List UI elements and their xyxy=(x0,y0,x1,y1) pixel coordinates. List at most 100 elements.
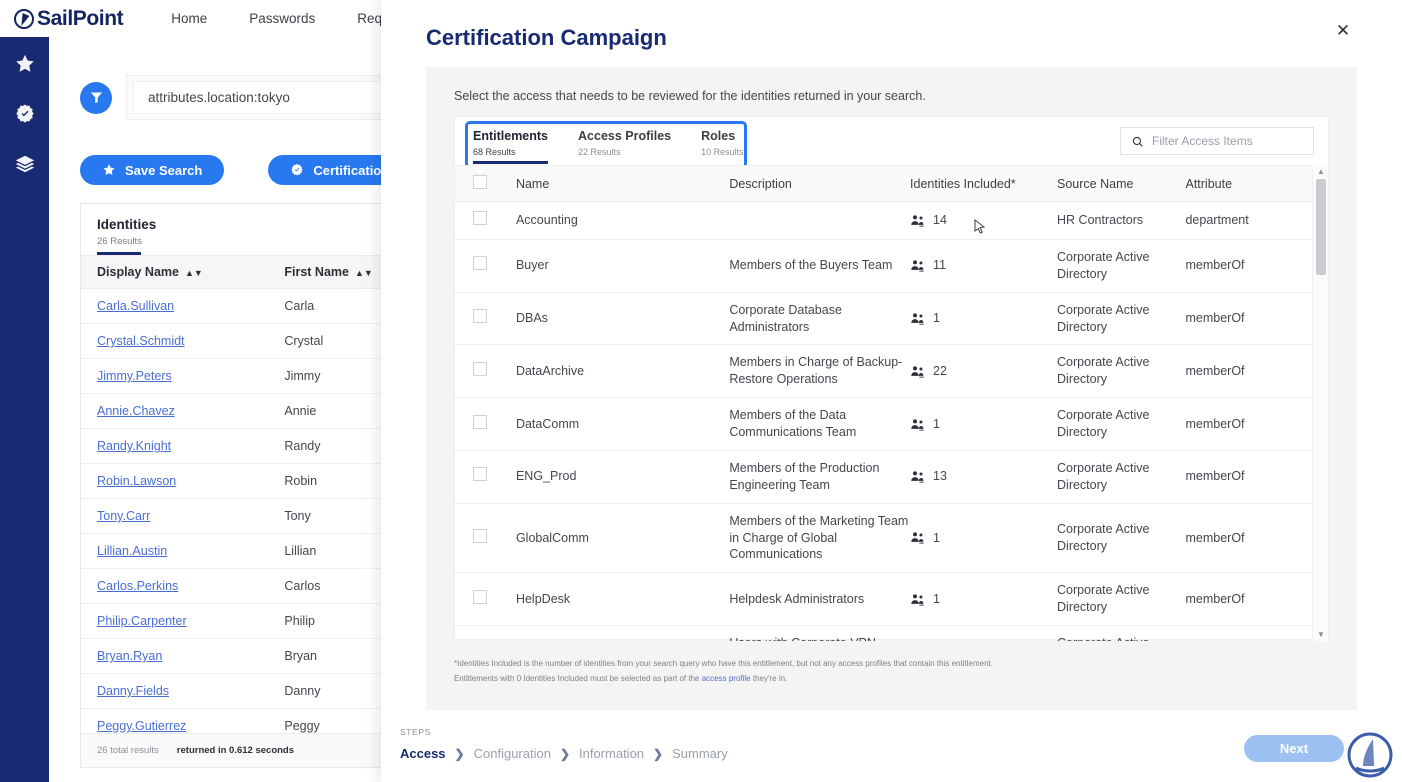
identities-icon xyxy=(910,593,925,606)
identity-link[interactable]: Annie.Chavez xyxy=(97,404,175,418)
filter-button[interactable] xyxy=(80,82,112,114)
tab-roles-label: Roles xyxy=(701,129,744,143)
footnote-line-1: *Identities Included is the number of id… xyxy=(454,657,1314,672)
step-configuration[interactable]: Configuration xyxy=(474,746,551,761)
identity-link[interactable]: Lillian.Austin xyxy=(97,544,167,558)
tab-active-bar xyxy=(473,161,548,164)
layers-icon[interactable] xyxy=(14,153,36,175)
tab-entitlements-results: 68 Results xyxy=(473,147,548,157)
save-search-button[interactable]: Save Search xyxy=(80,155,224,185)
identity-link[interactable]: Carlos.Perkins xyxy=(97,579,178,593)
identity-link[interactable]: Philip.Carpenter xyxy=(97,614,187,628)
row-checkbox[interactable] xyxy=(473,467,487,481)
scroll-down-icon[interactable]: ▼ xyxy=(1313,628,1329,641)
scrollbar-thumb[interactable] xyxy=(1316,179,1326,275)
row-checkbox[interactable] xyxy=(473,529,487,543)
identity-link[interactable]: Randy.Knight xyxy=(97,439,171,453)
scroll-up-icon[interactable]: ▲ xyxy=(1313,165,1329,178)
identities-results-count: 26 Results xyxy=(97,236,413,247)
identity-link[interactable]: Peggy.Gutierrez xyxy=(97,719,186,733)
row-checkbox[interactable] xyxy=(473,256,487,270)
identity-link[interactable]: Jimmy.Peters xyxy=(97,369,172,383)
column-display-name[interactable]: Display Name▲▼ xyxy=(81,256,268,289)
identity-link[interactable]: Tony.Carr xyxy=(97,509,150,523)
tab-access-profiles[interactable]: Access Profiles 22 Results xyxy=(578,117,671,164)
sailpoint-logo[interactable]: SailPoint xyxy=(14,7,123,31)
identity-link[interactable]: Robin.Lawson xyxy=(97,474,176,488)
step-access[interactable]: Access xyxy=(400,746,446,761)
identity-link[interactable]: Danny.Fields xyxy=(97,684,169,698)
table-row: DataCommMembers of the Data Communicatio… xyxy=(455,398,1314,451)
filter-access-items-input[interactable]: Filter Access Items xyxy=(1120,127,1314,155)
table-row: BuyerMembers of the Buyers Team11Corpora… xyxy=(455,239,1314,292)
tab-roles[interactable]: Roles 10 Results xyxy=(701,117,744,164)
column-name: Name xyxy=(516,166,729,202)
identity-link[interactable]: Crystal.Schmidt xyxy=(97,334,185,348)
sailpoint-sail-icon xyxy=(14,9,34,29)
access-item-description-cell: Members of the Data Communications Team xyxy=(729,398,910,451)
access-item-source-cell: Corporate Active Directory xyxy=(1057,626,1185,642)
identities-footer: 26 total results returned in 0.612 secon… xyxy=(81,733,429,767)
close-icon[interactable]: ✕ xyxy=(1332,20,1354,42)
identity-display-name-cell: Carla.Sullivan xyxy=(81,289,268,324)
table-row: DBAsCorporate Database Administrators1Co… xyxy=(455,292,1314,345)
access-item-source-cell: Corporate Active Directory xyxy=(1057,573,1185,626)
access-item-description-cell: Users with Corporate VPN Access xyxy=(729,626,910,642)
access-item-name-cell: DataComm xyxy=(516,398,729,451)
row-select-cell xyxy=(455,503,516,573)
identity-display-name-cell: Danny.Fields xyxy=(81,674,268,709)
footnote-line-2: Entitlements with 0 Identities Included … xyxy=(454,672,1314,687)
identities-icon xyxy=(910,259,925,272)
step-information[interactable]: Information xyxy=(579,746,644,761)
access-item-identities-cell: 14 xyxy=(910,202,1057,240)
row-select-cell xyxy=(455,292,516,345)
row-select-cell xyxy=(455,398,516,451)
identity-display-name-cell: Philip.Carpenter xyxy=(81,604,268,639)
column-select-all[interactable] xyxy=(455,166,516,202)
certification-label: Certification xyxy=(313,163,389,178)
row-checkbox[interactable] xyxy=(473,590,487,604)
modal-instruction: Select the access that needs to be revie… xyxy=(454,89,926,103)
table-row: Randy.KnightRandy xyxy=(81,429,429,464)
table-scrollbar[interactable]: ▲ ▼ xyxy=(1312,165,1328,641)
certification-icon[interactable] xyxy=(14,103,36,125)
tab-entitlements[interactable]: Entitlements 68 Results xyxy=(473,117,548,164)
identities-count: 11 xyxy=(933,257,946,274)
certification-icon xyxy=(290,163,304,177)
star-icon[interactable] xyxy=(14,53,36,75)
next-button[interactable]: Next xyxy=(1244,735,1344,762)
row-checkbox[interactable] xyxy=(473,415,487,429)
sort-icon[interactable]: ▲▼ xyxy=(355,269,373,278)
select-all-checkbox[interactable] xyxy=(473,175,487,189)
row-select-cell xyxy=(455,202,516,240)
sort-icon[interactable]: ▲▼ xyxy=(185,269,203,278)
modal-panel: Select the access that needs to be revie… xyxy=(426,67,1357,710)
query-time-text: returned in 0.612 seconds xyxy=(177,745,294,756)
identity-display-name-cell: Tony.Carr xyxy=(81,499,268,534)
access-item-attribute-cell: memberOf xyxy=(1185,239,1314,292)
row-select-cell xyxy=(455,573,516,626)
identity-display-name-cell: Jimmy.Peters xyxy=(81,359,268,394)
row-checkbox[interactable] xyxy=(473,362,487,376)
table-row: GlobalCommMembers of the Marketing Team … xyxy=(455,503,1314,573)
table-row: Accounting14HR Contractorsdepartment xyxy=(455,202,1314,240)
step-summary[interactable]: Summary xyxy=(672,746,728,761)
nav-item-home[interactable]: Home xyxy=(171,11,207,26)
star-icon xyxy=(102,163,116,177)
row-checkbox[interactable] xyxy=(473,309,487,323)
table-row: DataArchiveMembers in Charge of Backup-R… xyxy=(455,345,1314,398)
certification-campaign-modal: Certification Campaign ✕ Select the acce… xyxy=(381,0,1402,782)
chevron-right-icon: ❯ xyxy=(560,747,570,761)
access-item-name-cell: Buyer xyxy=(516,239,729,292)
access-item-identities-cell: 1 xyxy=(910,573,1057,626)
row-checkbox[interactable] xyxy=(473,211,487,225)
nav-item-passwords[interactable]: Passwords xyxy=(249,11,315,26)
identities-card: Identities 26 Results Display Name▲▼ Fir… xyxy=(80,203,430,768)
identities-icon xyxy=(910,365,925,378)
access-item-attribute-cell: memberOf xyxy=(1185,292,1314,345)
access-profile-link[interactable]: access profile xyxy=(702,674,751,683)
row-select-cell xyxy=(455,345,516,398)
identity-link[interactable]: Bryan.Ryan xyxy=(97,649,162,663)
identity-link[interactable]: Carla.Sullivan xyxy=(97,299,174,313)
access-items-table-body: Accounting14HR ContractorsdepartmentBuye… xyxy=(455,202,1314,642)
